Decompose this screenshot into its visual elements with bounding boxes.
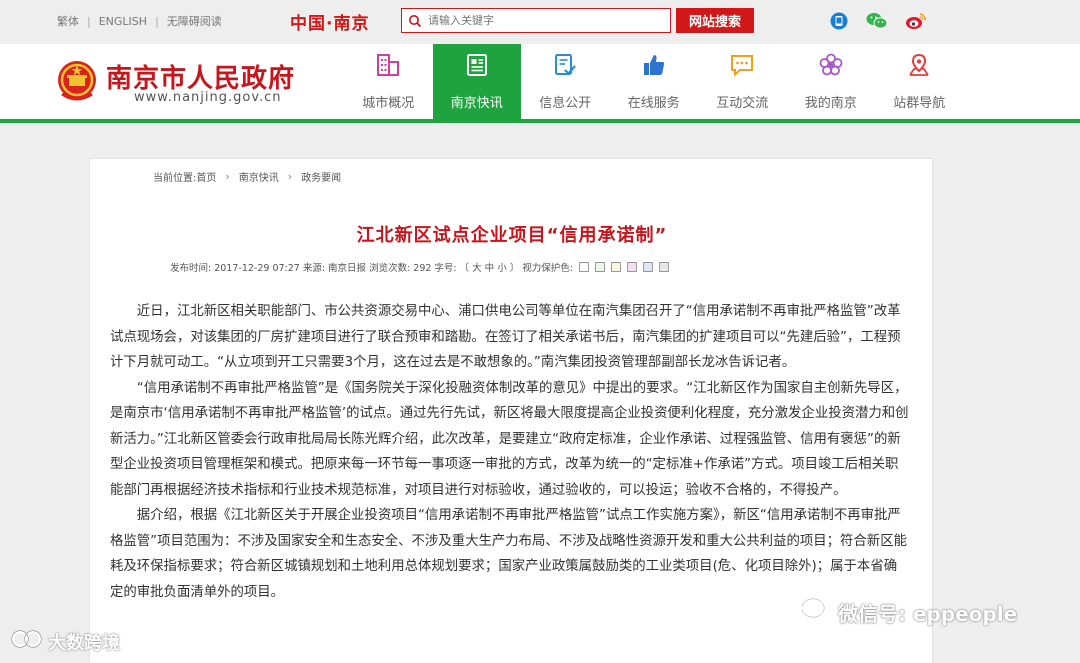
header-accent-line [0,119,1080,123]
nav-label: 信息公开 [539,96,592,111]
article-paragraph: “信用承诺制不再审批严格监管”是《国务院关于深化投融资体制改革的意见》中提出的要… [110,380,909,498]
publish-time: 发布时间: 2017-12-29 07:27 [170,263,300,274]
article-title: 江北新区试点企业项目“信用承诺制” [356,225,668,246]
app-icon[interactable] [828,10,850,32]
nav-label: 我的南京 [804,96,857,111]
watermark-left: 大数跨境 [10,628,120,655]
building-icon [375,52,401,78]
nav-item-online-service[interactable]: 在线服务 [610,44,699,120]
color-swatch-pink[interactable] [626,262,637,272]
flower-icon [818,52,844,78]
search-button[interactable]: 网站搜索 [676,8,754,33]
article-paragraph: 近日，江北新区相关职能部门、市公共资源交易中心、浦口供电公司等单位在南汽集团召开… [110,304,901,370]
site-url: www.nanjing.gov.cn [134,90,282,105]
article-body: 近日，江北新区相关职能部门、市公共资源交易中心、浦口供电公司等单位在南汽集团召开… [110,299,910,605]
weibo-icon[interactable] [905,10,927,32]
china-nanjing-logo[interactable]: 中国·南京 [290,9,369,34]
link-traditional[interactable]: 繁体 [57,13,79,29]
chat-icon [729,52,755,78]
thumbs-up-icon [641,52,667,78]
wechat-icon[interactable] [866,10,888,32]
nav-item-site-navigation[interactable]: 站群导航 [875,44,964,120]
watermark-logo-icon [10,628,44,655]
breadcrumb-item-news[interactable]: 南京快讯 [239,169,279,184]
article-source: 来源: 南京日报 [302,263,367,274]
nav-label: 在线服务 [627,96,680,111]
article-paragraph: 据介绍，根据《江北新区关于开展企业投资项目“信用承诺制不再审批严格监管”试点工作… [110,508,907,600]
nav-item-city-overview[interactable]: 城市概况 [344,44,433,120]
breadcrumb-home[interactable]: 当前位置:首页 [153,169,216,184]
color-swatch-green[interactable] [594,262,605,272]
document-check-icon [552,52,578,78]
nav-label: 站群导航 [893,96,946,111]
color-swatch-white[interactable] [578,262,589,272]
font-size-control[interactable]: 字号: 〔 大 中 小 〕 [434,260,519,274]
breadcrumb-item-politics[interactable]: 政务要闻 [301,169,341,184]
national-emblem-icon [56,58,98,106]
nav-label: 互动交流 [716,96,769,111]
watermark-right-text: 微信号: eppeople [838,602,1018,626]
chevron-right-icon: › [287,170,293,183]
watermark-wechat-icon [801,598,832,627]
eye-protection-label: 视力保护色: [522,263,573,274]
color-swatch-gray[interactable] [658,262,669,272]
color-swatch-yellow[interactable] [610,262,621,272]
top-utility-bar: 繁体 | ENGLISH | 无障碍阅读 中国·南京 网站搜索 [0,0,1080,44]
search-input[interactable] [428,14,658,27]
nav-label: 城市概况 [362,96,415,111]
main-nav: 城市概况 南京快讯 信息公开 在线服务 互动交流 我的南京 站群导航 [344,44,964,120]
nav-item-nanjing-news[interactable]: 南京快讯 [432,44,521,120]
chevron-right-icon: › [225,170,230,183]
search-box[interactable] [401,8,671,33]
nav-item-my-nanjing[interactable]: 我的南京 [787,44,876,120]
newspaper-icon [464,52,490,78]
divider: | [155,14,159,28]
article-container: 当前位置:首页 › 南京快讯 › 政务要闻 江北新区试点企业项目“信用承诺制” … [89,158,933,663]
top-links: 繁体 | ENGLISH | 无障碍阅读 [57,13,222,29]
view-count: 浏览次数: 292 [369,263,432,274]
watermark-right: 微信号: eppeople [801,598,1018,627]
breadcrumb: 当前位置:首页 › 南京快讯 › 政务要闻 [153,169,341,184]
nav-item-interaction[interactable]: 互动交流 [698,44,787,120]
color-swatch-blue[interactable] [642,262,653,272]
search-icon [402,9,428,32]
divider: | [87,14,91,28]
location-icon [906,52,932,78]
link-english[interactable]: ENGLISH [99,15,147,28]
watermark-left-text: 大数跨境 [48,632,120,654]
article-meta: 发布时间: 2017-12-29 07:27 来源: 南京日报 浏览次数: 29… [170,260,672,274]
nav-label: 南京快讯 [450,96,503,111]
nav-item-info-disclosure[interactable]: 信息公开 [521,44,610,120]
link-accessibility[interactable]: 无障碍阅读 [167,13,222,29]
